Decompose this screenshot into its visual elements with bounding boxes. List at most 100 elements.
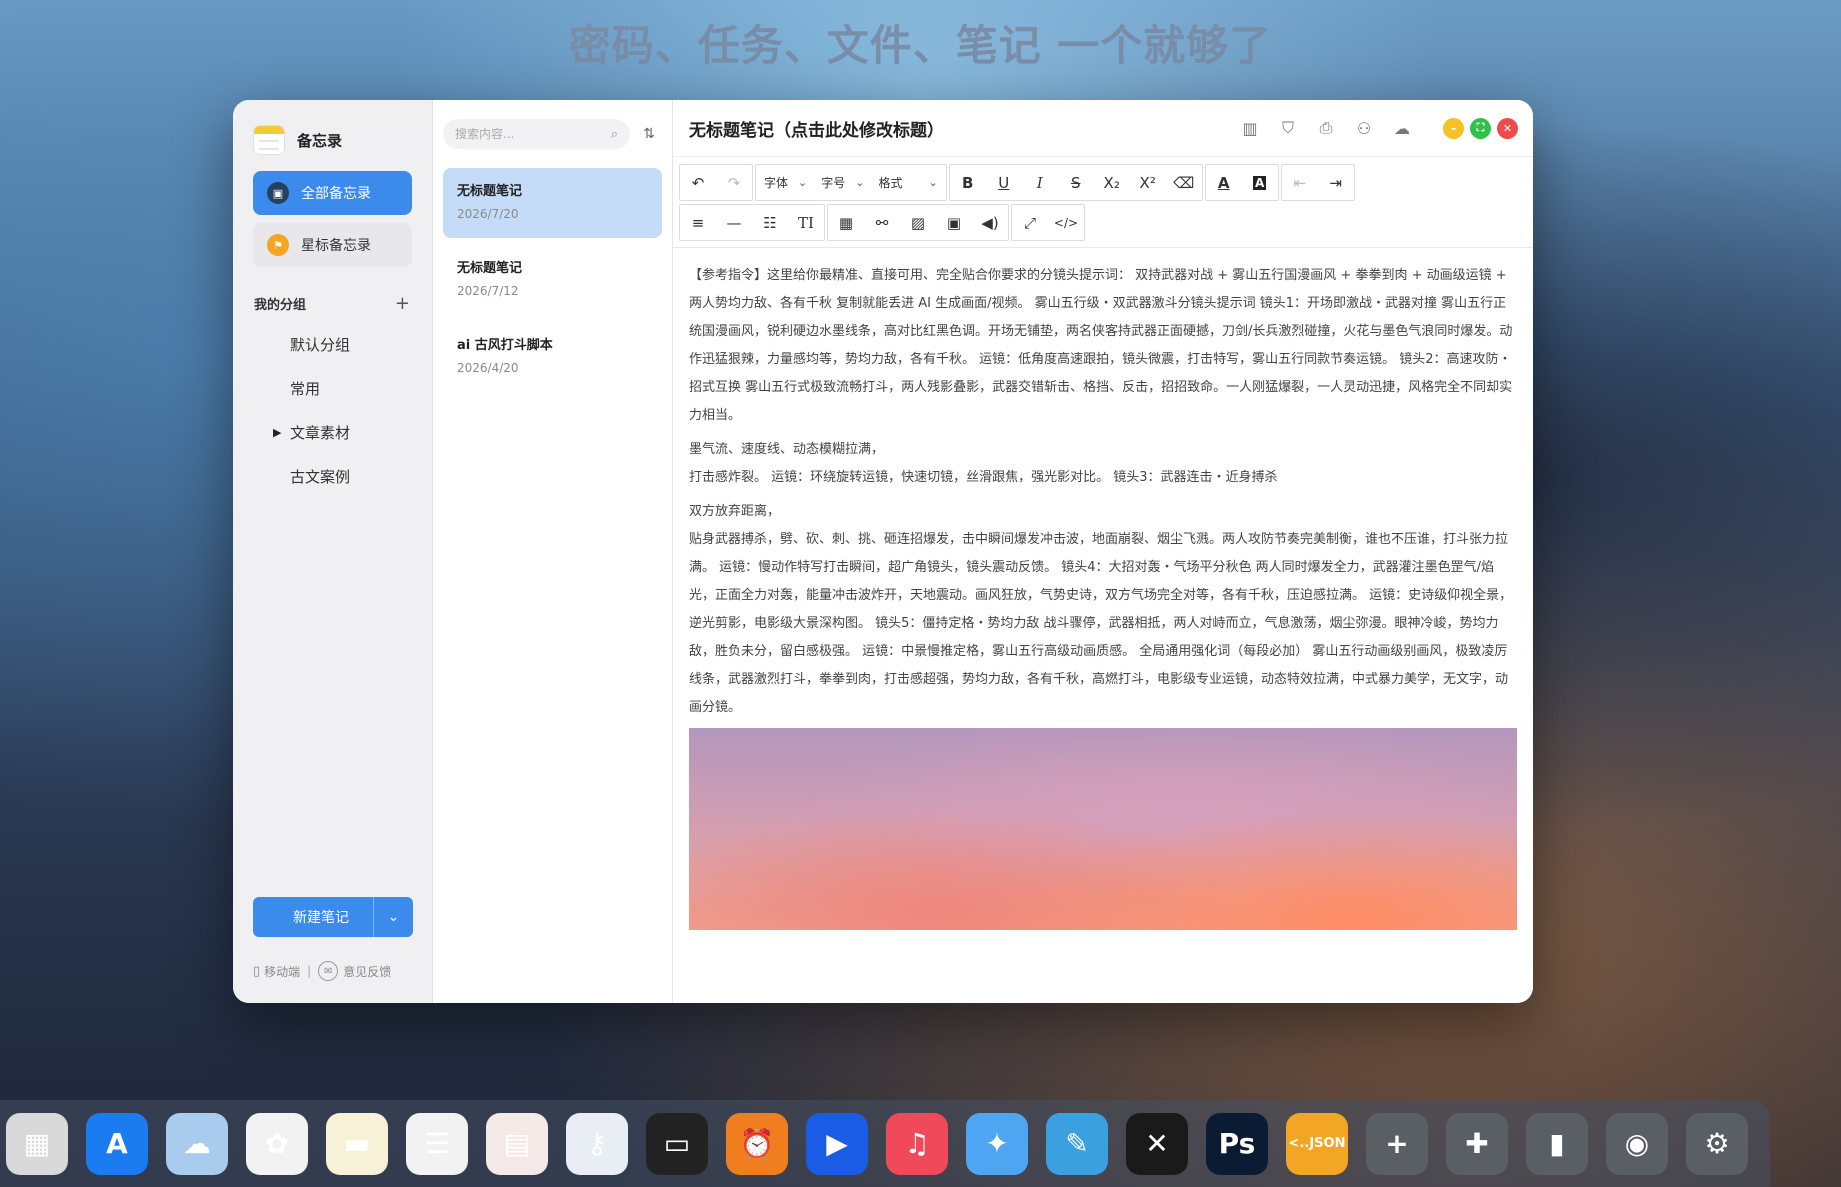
group-item-classical-cases[interactable]: 古文案例 [233, 454, 432, 498]
bookmark-icon[interactable]: ⛉ [1269, 118, 1307, 138]
capcut-icon[interactable]: ✕ [1126, 1112, 1188, 1175]
table-icon[interactable]: ▦ [828, 205, 864, 240]
photoshop-icon[interactable]: Ps [1206, 1112, 1268, 1175]
passwords-icon[interactable]: ⚷ [566, 1112, 628, 1175]
add-group-icon[interactable]: + [395, 293, 410, 314]
starred-notes-button[interactable]: ⚑ 星标备忘录 [253, 223, 412, 267]
embedded-sky-image [689, 728, 1517, 930]
sidebar: 备忘录 ▣ 全部备忘录 ⚑ 星标备忘录 我的分组 + 默认分组 常用 ▶ 文章素… [233, 100, 433, 1003]
notes-app-icon [253, 125, 285, 155]
all-notes-button[interactable]: ▣ 全部备忘录 [253, 171, 412, 215]
settings-icon[interactable]: ⚙ [1686, 1112, 1748, 1175]
json-icon[interactable]: <..JSON [1286, 1112, 1348, 1175]
superscript-icon[interactable]: X² [1130, 165, 1166, 200]
phone-icon: ▯ [253, 963, 261, 979]
format-select-label: 格式 [878, 176, 903, 190]
group-item-common[interactable]: 常用 [233, 366, 432, 410]
cloud-upload-icon[interactable]: ☁ [1383, 119, 1421, 138]
lock-icon[interactable]: ◉ [1606, 1112, 1668, 1175]
italic-icon[interactable]: I [1022, 165, 1058, 200]
subscript-icon[interactable]: X₂ [1094, 165, 1130, 200]
sidebar-footer: ▯ 移动端 | ✉ 意见反馈 [253, 961, 391, 981]
lock-box-icon: ▣ [267, 182, 289, 204]
headline: 密码、任务、文件、笔记 一个就够了 [568, 21, 1273, 70]
ordered-list-icon[interactable]: ☷ [752, 205, 788, 240]
image-icon[interactable]: ▨ [900, 205, 936, 240]
align-left-icon[interactable]: ≡ [680, 205, 716, 240]
format-select[interactable]: 格式 ⌄ [870, 165, 945, 200]
bold-icon[interactable]: B [950, 165, 986, 200]
close-button[interactable]: ✕ [1497, 117, 1518, 139]
new-note-label: 新建笔记 [293, 910, 349, 926]
content-paragraph: 【参考指令】这里给你最精准、直接可用、完全贴合你要求的分镜头提示词： 双持武器对… [689, 268, 1513, 423]
video-icon[interactable]: ▣ [936, 205, 972, 240]
search-input[interactable] [455, 127, 611, 141]
launchpad-icon[interactable]: ▦ [6, 1112, 68, 1175]
reminders-icon[interactable]: ☰ [406, 1112, 468, 1175]
expand-triangle-icon[interactable]: ▶ [273, 426, 281, 439]
group-label: 古文案例 [290, 467, 351, 486]
sort-icon[interactable]: ⇅ [636, 126, 662, 142]
safari-icon[interactable]: ✦ [966, 1112, 1028, 1175]
calendar-icon[interactable]: ▤ [486, 1112, 548, 1175]
notes-icon[interactable]: ▬ [326, 1112, 388, 1175]
strikethrough-icon[interactable]: S [1058, 165, 1094, 200]
note-date: 2026/4/20 [457, 361, 519, 375]
feedback-link[interactable]: 意见反馈 [343, 963, 391, 980]
outdent-icon[interactable]: ⇤ [1282, 165, 1318, 200]
font-select-label: 字体 [764, 176, 789, 190]
note-content[interactable]: 【参考指令】这里给你最精准、直接可用、完全贴合你要求的分镜头提示词： 双持武器对… [673, 248, 1533, 1003]
book-icon[interactable]: ▥ [1231, 119, 1269, 138]
group-item-article-material[interactable]: ▶ 文章素材 [233, 410, 432, 454]
wallet-icon[interactable]: ▭ [646, 1112, 708, 1175]
group-label: 默认分组 [290, 335, 351, 354]
new-note-button[interactable]: 新建笔记 ⌄ [253, 897, 413, 937]
note-list-item[interactable]: ai 古风打斗脚本 2026/4/20 [443, 322, 662, 392]
freeform-icon[interactable]: ✎ [1046, 1112, 1108, 1175]
note-list-item[interactable]: 无标题笔记 2026/7/20 [443, 168, 662, 238]
puzzle-icon[interactable]: ✚ [1446, 1112, 1508, 1175]
clock-icon[interactable]: ⏰ [726, 1112, 788, 1175]
maximize-button[interactable]: ⛶ [1470, 117, 1491, 139]
font-select[interactable]: 字体 ⌄ [756, 165, 813, 200]
size-select[interactable]: 字号 ⌄ [813, 165, 870, 200]
fullscreen-icon[interactable]: ⤢ [1012, 205, 1048, 240]
indent-icon[interactable]: ⇥ [1318, 165, 1354, 200]
audio-icon[interactable]: ◀) [972, 205, 1008, 240]
horizontal-rule-icon[interactable]: — [716, 205, 752, 240]
starred-notes-label: 星标备忘录 [301, 238, 371, 254]
app-store-icon[interactable]: A [86, 1112, 148, 1175]
print-icon[interactable]: ⎙ [1307, 118, 1345, 138]
chevron-down-icon[interactable]: ⌄ [373, 897, 413, 937]
share-user-icon[interactable]: ⚇ [1345, 119, 1383, 138]
font-color-icon[interactable]: A [1206, 165, 1242, 200]
link-icon[interactable]: ⚯ [864, 205, 900, 240]
brush-icon[interactable]: ▮ [1526, 1112, 1588, 1175]
search-box[interactable]: ⌕ [443, 119, 630, 149]
add-icon[interactable]: + [1366, 1112, 1428, 1175]
highlight-icon[interactable]: A [1242, 165, 1278, 200]
group-item-default[interactable]: 默认分组 [233, 322, 432, 366]
text-size-icon[interactable]: TI [788, 205, 824, 240]
note-date: 2026/7/12 [457, 284, 519, 298]
underline-icon[interactable]: U [986, 165, 1022, 200]
flag-icon: ⚑ [267, 234, 289, 256]
groups-title: 我的分组 [254, 298, 307, 313]
note-title-field[interactable]: 无标题笔记（点击此处修改标题） [689, 116, 1231, 141]
note-list-item[interactable]: 无标题笔记 2026/7/12 [443, 245, 662, 315]
footer-separator: | [307, 964, 312, 978]
photos-icon[interactable]: ✿ [246, 1112, 308, 1175]
music-icon[interactable]: ♫ [886, 1112, 948, 1175]
chevron-down-icon: ⌄ [798, 176, 808, 189]
minimize-button[interactable]: – [1443, 117, 1464, 139]
content-paragraph: 墨气流、速度线、动态模糊拉满， 打击感炸裂。 运镜：环绕旋转运镜，快速切镜，丝滑… [689, 442, 1278, 485]
play-icon[interactable]: ▶ [806, 1112, 868, 1175]
icloud-icon[interactable]: ☁ [166, 1112, 228, 1175]
code-view-icon[interactable]: </> [1048, 205, 1084, 240]
dock: ▦ A ☁ ✿ ▬ ☰ ▤ ⚷ ▭ ⏰ ▶ ♫ ✦ ✎ ✕ Ps <..JSON + ✚ ▮ ◉ ⚙ [0, 1100, 1770, 1187]
undo-icon[interactable]: ↶ [680, 165, 716, 200]
redo-icon[interactable]: ↷ [716, 165, 752, 200]
search-icon[interactable]: ⌕ [611, 127, 618, 142]
mobile-link[interactable]: 移动端 [264, 963, 300, 980]
eraser-icon[interactable]: ⌫ [1166, 165, 1202, 200]
